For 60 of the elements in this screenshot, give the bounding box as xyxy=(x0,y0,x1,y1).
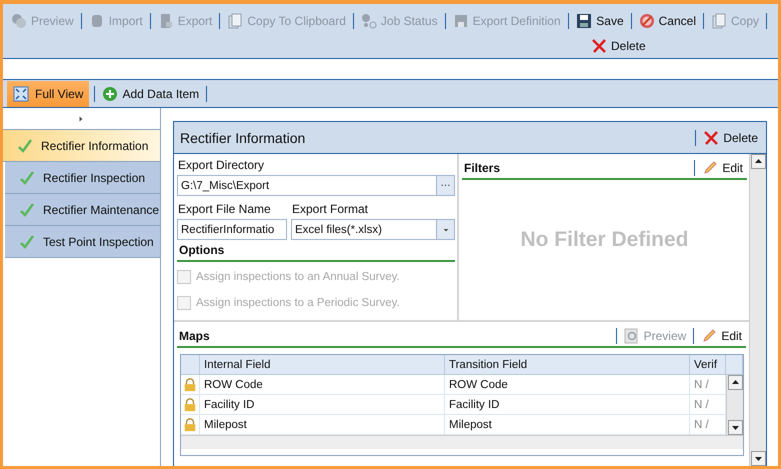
section-title: Options xyxy=(179,243,226,257)
sidebar-item[interactable]: Rectifier Maintenance xyxy=(5,194,160,226)
lock-icon xyxy=(183,416,197,432)
preview-icon xyxy=(11,12,27,28)
copy-icon xyxy=(710,12,727,28)
lock-icon xyxy=(183,396,197,412)
scrollbar[interactable] xyxy=(726,375,743,435)
delete-icon xyxy=(591,38,607,54)
browse-button[interactable]: ··· xyxy=(436,176,454,195)
check-icon xyxy=(19,202,35,218)
sidebar-item[interactable]: Rectifier Information xyxy=(3,130,160,162)
magnifier-icon xyxy=(624,328,640,344)
empty-message: No Filter Defined xyxy=(519,227,690,253)
field-label: Export File Name xyxy=(177,202,272,216)
lock-icon xyxy=(183,376,197,392)
file-name-field[interactable]: RectifierInformatio xyxy=(177,219,287,240)
header-corner xyxy=(726,355,743,375)
table-cell: N / xyxy=(690,395,726,415)
delete-button[interactable]: Delete xyxy=(701,130,760,146)
column-header: Verif xyxy=(690,355,726,375)
field-label: Export Directory xyxy=(177,158,266,172)
directory-field[interactable]: G:\7_Misc\Export ··· xyxy=(177,175,455,196)
column-header: Internal Field xyxy=(200,355,445,375)
scroll-down-icon[interactable] xyxy=(750,451,766,466)
plus-icon xyxy=(102,86,118,102)
toolbar-button[interactable]: Save xyxy=(574,12,626,28)
table-cell: Facility ID xyxy=(445,395,690,415)
job-status-icon xyxy=(360,12,377,28)
check-icon xyxy=(19,234,35,250)
section-title: Maps xyxy=(179,329,211,343)
toolbar-button[interactable]: Cancel xyxy=(636,12,698,28)
pencil-icon xyxy=(702,160,718,176)
edit-button[interactable]: Edit xyxy=(699,328,744,344)
scroll-down-icon[interactable] xyxy=(728,420,742,435)
check-icon xyxy=(17,138,33,154)
expand-icon xyxy=(13,86,29,102)
table-cell: ROW Code xyxy=(445,375,690,395)
scrollbar[interactable] xyxy=(749,154,766,466)
panel-title: Rectifier Information xyxy=(180,130,306,146)
pencil-icon xyxy=(701,328,718,344)
check-icon xyxy=(19,170,35,186)
scroll-up-icon[interactable] xyxy=(728,375,742,390)
table-cell: ROW Code xyxy=(200,375,445,395)
field-label: Export Format xyxy=(291,202,370,216)
column-header: Transition Field xyxy=(445,355,690,375)
cancel-icon xyxy=(638,12,655,28)
section-title: Filters xyxy=(464,161,502,175)
format-dropdown[interactable]: Excel files(*.xlsx) xyxy=(291,219,455,240)
delete-button[interactable]: Delete xyxy=(589,38,648,54)
full-view-button[interactable]: Full View xyxy=(7,80,90,106)
add-data-item-button[interactable]: Add Data Item xyxy=(100,86,202,102)
sidebar-item[interactable]: Test Point Inspection xyxy=(5,226,160,258)
edit-button[interactable]: Edit xyxy=(700,160,745,176)
scrollbar[interactable] xyxy=(181,435,743,449)
sidebar-item[interactable]: Rectifier Inspection xyxy=(5,162,160,194)
delete-icon xyxy=(703,130,720,146)
scroll-up-icon[interactable] xyxy=(750,154,766,169)
copy-icon xyxy=(227,12,244,28)
save-icon xyxy=(576,12,592,28)
table-cell: Facility ID xyxy=(200,395,445,415)
